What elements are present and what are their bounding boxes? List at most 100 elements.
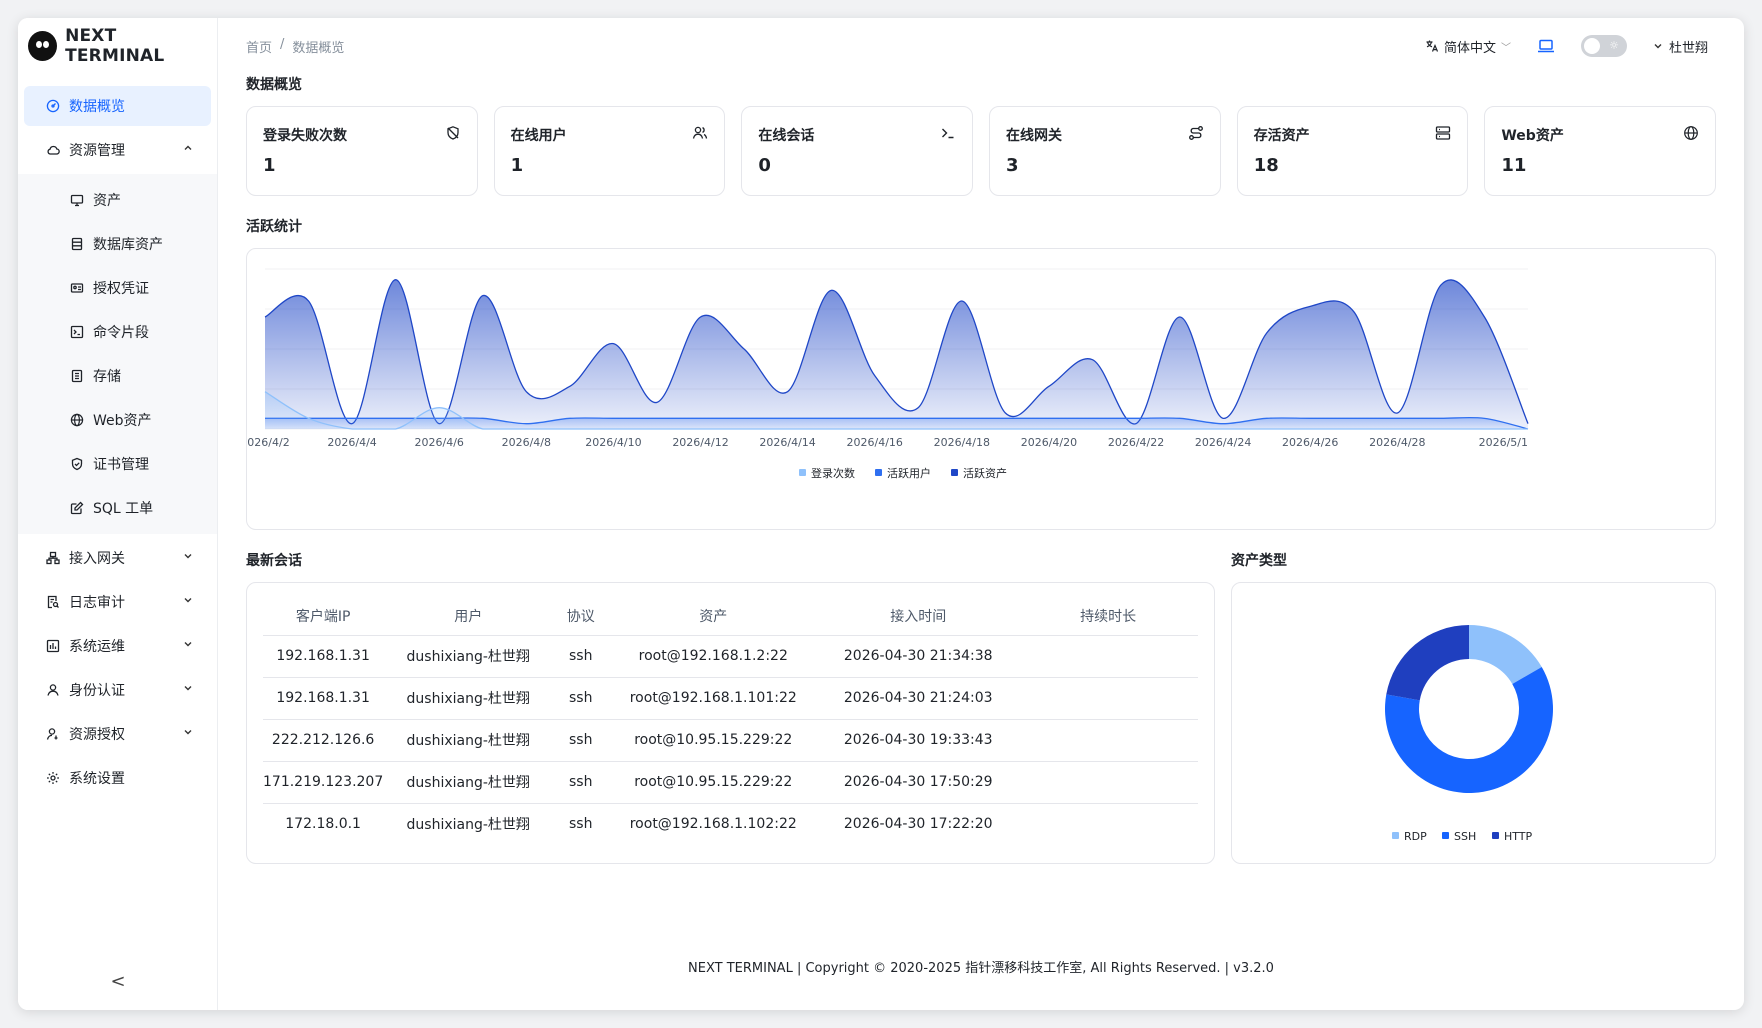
activity-area-chart: 2026/4/2 2026/4/4 2026/4/6 2026/4/8 2026/4/1… (247, 268, 1529, 480)
globe-icon (70, 413, 84, 427)
sidebar: NEXT TERMINAL 数据概览 资源管理 资产 数据库资产 授权凭证 命令… (18, 18, 218, 1010)
legend-label[interactable]: HTTP (1504, 830, 1533, 843)
table-row[interactable]: 192.168.1.31 dushixiang-杜世翔 ssh root@192… (263, 635, 1198, 678)
stat-card-label: 在线网关 (1006, 128, 1063, 144)
legend-label[interactable]: 活跃资产 (963, 466, 1007, 480)
sidebar-item-gateways[interactable]: 接入网关 (24, 538, 211, 578)
monitor-icon (70, 193, 84, 207)
sidebar-item-certificates[interactable]: 证书管理 (24, 444, 211, 484)
sidebar-item-command-snippets[interactable]: 命令片段 (24, 312, 211, 352)
sidebar-item-sql-tickets[interactable]: SQL 工单 (24, 488, 211, 528)
gateway-icon (46, 551, 60, 565)
stat-card-label: Web资产 (1501, 128, 1564, 144)
cell-connect-time: 2026-04-30 17:50:29 (818, 761, 1019, 804)
cell-client-ip: 192.168.1.31 (263, 635, 384, 678)
legend-label[interactable]: 登录次数 (811, 466, 855, 480)
donut-slice-http[interactable] (1386, 625, 1469, 701)
table-row[interactable]: 222.212.126.6 dushixiang-杜世翔 ssh root@10… (263, 719, 1198, 762)
sessions-panel: 客户端IP 用户 协议 资产 接入时间 持续时长 192.168.1.31 du… (246, 582, 1215, 864)
cell-asset: root@10.95.15.229:22 (608, 761, 819, 804)
sidebar-item-label: SQL 工单 (93, 501, 154, 517)
footer: NEXT TERMINAL | Copyright © 2020-2025 指针… (688, 961, 1274, 976)
sidebar-item-label: 身份认证 (69, 683, 125, 699)
table-row[interactable]: 192.168.1.31 dushixiang-杜世翔 ssh root@192… (263, 677, 1198, 720)
sidebar-item-dashboard[interactable]: 数据概览 (24, 86, 211, 126)
sidebar-item-system-ops[interactable]: 系统运维 (24, 626, 211, 666)
sidebar-item-label: 数据概览 (69, 99, 125, 115)
table-row[interactable]: 171.219.123.207 dushixiang-杜世翔 ssh root@… (263, 761, 1198, 804)
user-menu[interactable]: 杜世翔 (1653, 37, 1708, 56)
theme-toggle[interactable]: ☼ (1580, 35, 1627, 57)
table-row[interactable]: 172.18.0.1 dushixiang-杜世翔 ssh root@192.1… (263, 803, 1198, 845)
stat-card-label: 在线会话 (758, 128, 815, 144)
stat-card-login-failures[interactable]: 登录失败次数 1 (246, 106, 478, 196)
sidebar-item-label: 资源管理 (69, 143, 125, 159)
cell-protocol: ssh (569, 816, 593, 833)
sidebar-item-label: Web资产 (93, 413, 152, 429)
language-selector[interactable]: 简体中文 ﹀ (1425, 37, 1511, 56)
laptop-icon[interactable] (1537, 38, 1555, 54)
audit-icon (46, 595, 60, 609)
cell-client-ip: 171.219.123.207 (263, 761, 384, 804)
legend-label[interactable]: SSH (1454, 830, 1476, 843)
legend-label[interactable]: RDP (1404, 830, 1427, 843)
sidebar-item-label: 系统运维 (69, 639, 125, 655)
chevron-down-icon (184, 598, 192, 603)
column-header: 资产 (608, 597, 819, 636)
legend-swatch (1442, 832, 1449, 839)
chevron-down-icon (184, 554, 192, 559)
x-tick-label: 2026/4/26 (1282, 436, 1338, 449)
sidebar-item-label: 数据库资产 (93, 237, 163, 253)
cell-client-ip: 192.168.1.31 (263, 677, 384, 720)
app-name: NEXT TERMINAL (65, 26, 165, 66)
sidebar-menu: 数据概览 资源管理 资产 数据库资产 授权凭证 命令片段 存储 Web资产 证书… (18, 74, 217, 798)
ops-icon (46, 639, 60, 653)
table-header-row: 客户端IP 用户 协议 资产 接入时间 持续时长 (263, 597, 1198, 636)
sidebar-item-credentials[interactable]: 授权凭证 (24, 268, 211, 308)
stat-card-web-assets[interactable]: Web资产 11 (1484, 106, 1717, 196)
sidebar-item-assets[interactable]: 资产 (24, 180, 211, 220)
sidebar-item-resource-authorization[interactable]: 资源授权 (24, 714, 211, 754)
sidebar-item-database-assets[interactable]: 数据库资产 (24, 224, 211, 264)
cell-duration (1018, 719, 1198, 762)
activity-title: 活跃统计 (246, 219, 302, 235)
sidebar-item-web-assets[interactable]: Web资产 (24, 400, 211, 440)
x-tick-label: 2026/4/24 (1195, 436, 1251, 449)
x-tick-label: 2026/4/6 (415, 436, 464, 449)
id-card-icon (70, 281, 84, 295)
breadcrumb-home[interactable]: 首页 (246, 37, 272, 56)
stat-card-online-gateways[interactable]: 在线网关 3 (989, 106, 1221, 196)
stat-card-online-sessions[interactable]: 在线会话 0 (741, 106, 974, 196)
cell-user: dushixiang-杜世翔 (383, 635, 554, 678)
sidebar-item-audit-logs[interactable]: 日志审计 (24, 582, 211, 622)
cell-connect-time: 2026-04-30 21:24:03 (818, 677, 1019, 720)
sessions-section: 最新会话 客户端IP 用户 协议 资产 接入时间 持续时长 192.168.1.… (246, 550, 1215, 864)
cell-user: dushixiang-杜世翔 (383, 719, 554, 762)
stat-card-alive-assets[interactable]: 存活资产 18 (1236, 106, 1469, 196)
cell-client-ip: 222.212.126.6 (263, 719, 384, 762)
shield-off-icon (447, 126, 459, 140)
chevron-down-icon: ﹀ (1500, 42, 1511, 54)
cell-duration (1018, 803, 1198, 845)
sidebar-item-system-settings[interactable]: 系统设置 (24, 758, 211, 798)
cell-duration (1018, 635, 1198, 678)
sidebar-collapse-button[interactable]: < (18, 971, 218, 992)
translate-icon (1426, 40, 1439, 52)
topbar: 首页 / 数据概览 简体中文 ﹀ ☼ 杜世翔 (218, 18, 1744, 74)
sidebar-item-identity-auth[interactable]: 身份认证 (24, 670, 211, 710)
sessions-title: 最新会话 (246, 553, 302, 569)
sidebar-item-resource-management[interactable]: 资源管理 (24, 130, 211, 170)
x-tick-label: 2026/4/4 (327, 436, 376, 449)
chevron-down-icon (184, 686, 192, 691)
server-icon (1436, 126, 1451, 140)
sidebar-item-storage[interactable]: 存储 (24, 356, 211, 396)
chevron-up-icon (184, 145, 192, 150)
legend-label[interactable]: 活跃用户 (887, 466, 931, 480)
logo[interactable]: NEXT TERMINAL (18, 18, 217, 74)
x-tick-label: 2026/4/12 (672, 436, 728, 449)
stat-card-value: 0 (758, 155, 771, 176)
chevron-down-icon (184, 642, 192, 647)
stat-card-online-users[interactable]: 在线用户 1 (493, 106, 726, 196)
cell-user: dushixiang-杜世翔 (383, 761, 554, 804)
cell-protocol: ssh (553, 719, 609, 762)
